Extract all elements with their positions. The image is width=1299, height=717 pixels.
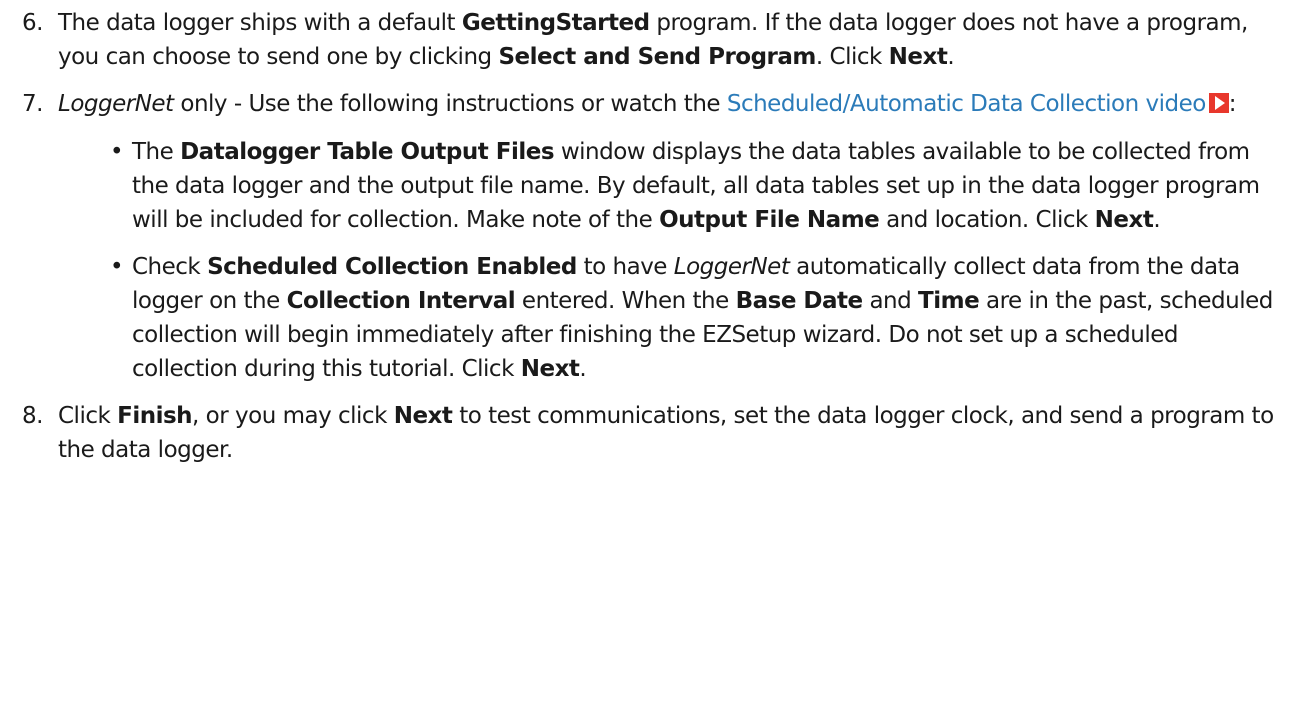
bullet-icon: • bbox=[110, 254, 124, 280]
step-number: 8. bbox=[22, 403, 43, 429]
term-time: Time bbox=[918, 288, 980, 314]
term-output-file-name: Output File Name bbox=[659, 207, 880, 233]
list-item: • The Datalogger Table Output Files wind… bbox=[110, 135, 1279, 237]
video-play-icon[interactable] bbox=[1208, 93, 1229, 113]
step-7-bullets: • The Datalogger Table Output Files wind… bbox=[58, 135, 1279, 386]
term-base-date: Base Date bbox=[735, 288, 864, 314]
steps-list: 6. The data logger ships with a default … bbox=[22, 6, 1279, 467]
term-loggernet: LoggerNet bbox=[673, 254, 790, 280]
step-7: 7. LoggerNet only - Use the following in… bbox=[22, 87, 1279, 386]
bullet-text: The Datalogger Table Output Files window… bbox=[132, 139, 1260, 233]
bullet-icon: • bbox=[110, 139, 124, 165]
step-number: 6. bbox=[22, 10, 43, 36]
step-text: The data logger ships with a default Get… bbox=[58, 10, 1248, 70]
step-number: 7. bbox=[22, 91, 43, 117]
document-page: 6. The data logger ships with a default … bbox=[0, 0, 1299, 717]
bullet-text: Check Scheduled Collection Enabled to ha… bbox=[132, 254, 1273, 382]
step-text: Click Finish, or you may click Next to t… bbox=[58, 403, 1274, 463]
term-next: Next bbox=[888, 44, 948, 70]
term-next: Next bbox=[520, 356, 580, 382]
term-datalogger-table-output-files: Datalogger Table Output Files bbox=[180, 139, 555, 165]
term-gettingstarted: GettingStarted bbox=[461, 10, 650, 36]
step-6: 6. The data logger ships with a default … bbox=[22, 6, 1279, 74]
term-collection-interval: Collection Interval bbox=[286, 288, 516, 314]
list-item: • Check Scheduled Collection Enabled to … bbox=[110, 250, 1279, 386]
term-select-and-send-program: Select and Send Program bbox=[498, 44, 816, 70]
step-8: 8. Click Finish, or you may click Next t… bbox=[22, 399, 1279, 467]
term-scheduled-collection-enabled: Scheduled Collection Enabled bbox=[207, 254, 577, 280]
term-next: Next bbox=[393, 403, 453, 429]
term-finish: Finish bbox=[117, 403, 193, 429]
term-loggernet: LoggerNet bbox=[58, 91, 174, 117]
scheduled-collection-video-link[interactable]: Scheduled/Automatic Data Collection vide… bbox=[727, 91, 1229, 117]
term-next: Next bbox=[1094, 207, 1154, 233]
step-text: LoggerNet only - Use the following instr… bbox=[58, 91, 1237, 117]
